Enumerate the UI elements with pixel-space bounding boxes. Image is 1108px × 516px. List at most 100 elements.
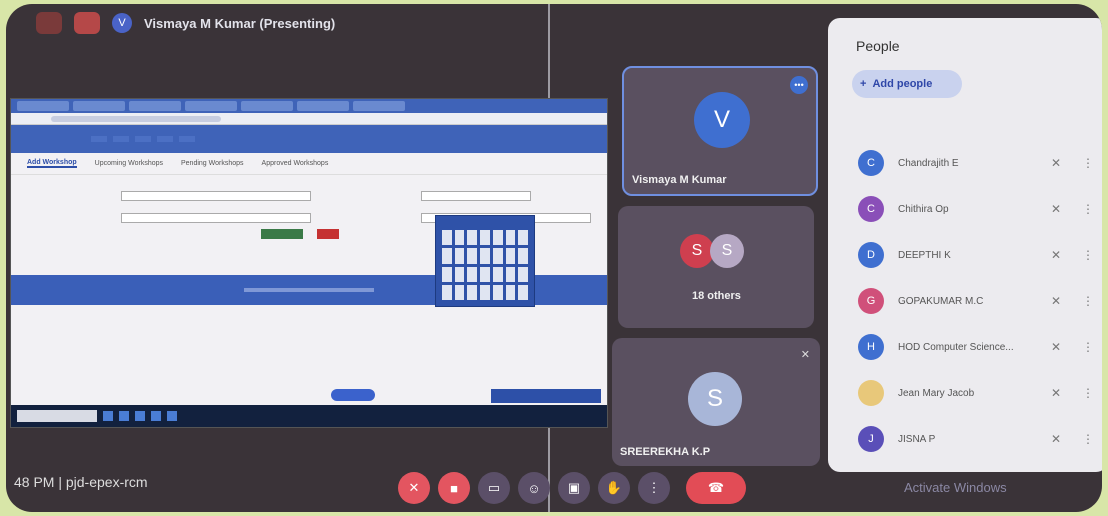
participant-avatar: C xyxy=(858,196,884,222)
participant-row[interactable]: J JISNA P ✕ ⋮ xyxy=(858,424,1098,454)
windows-taskbar xyxy=(11,405,607,427)
browser-tab[interactable] xyxy=(17,101,69,111)
participant-avatar: S xyxy=(688,372,742,426)
mic-toggle-button[interactable]: ✕ xyxy=(398,472,430,504)
participant-tile-others[interactable]: S S 18 others xyxy=(618,206,814,328)
tab-upcoming-workshops[interactable]: Upcoming Workshops xyxy=(95,160,163,167)
more-vert-icon[interactable]: ⋮ xyxy=(1082,248,1094,262)
mic-off-icon: ✕ xyxy=(408,480,420,495)
browser-tab[interactable] xyxy=(241,101,293,111)
browser-tabs[interactable] xyxy=(11,99,607,113)
taskbar-search[interactable] xyxy=(17,410,97,422)
save-workshop-button[interactable] xyxy=(261,229,303,239)
nav-item[interactable] xyxy=(157,136,173,142)
nav-item[interactable] xyxy=(179,136,195,142)
more-options-icon[interactable]: ••• xyxy=(790,76,808,94)
panel-title: People xyxy=(856,38,900,54)
browser-tab[interactable] xyxy=(73,101,125,111)
nav-item[interactable] xyxy=(135,136,151,142)
participant-row[interactable]: Jean Mary Jacob ✕ ⋮ xyxy=(858,378,1098,408)
join-button[interactable] xyxy=(331,389,375,401)
cancel-button[interactable] xyxy=(317,229,339,239)
submit-button[interactable] xyxy=(491,389,601,403)
participant-name: JISNA P xyxy=(898,433,936,445)
participant-row[interactable]: H HOD Computer Science... ✕ ⋮ xyxy=(858,332,1098,362)
participant-avatar: G xyxy=(858,288,884,314)
participant-row[interactable]: C Chandrajith E ✕ ⋮ xyxy=(858,148,1098,178)
raise-hand-button[interactable]: ✋ xyxy=(598,472,630,504)
more-vert-icon: ⋮ xyxy=(647,480,661,495)
date-field[interactable] xyxy=(421,191,531,201)
more-options-button[interactable]: ⋮ xyxy=(638,472,670,504)
participant-name: Chandrajith E xyxy=(898,157,959,169)
captions-button[interactable]: ▭ xyxy=(478,472,510,504)
activate-windows-watermark: Activate Windows xyxy=(904,480,1007,495)
nav-item[interactable] xyxy=(91,136,107,142)
emoji-icon: ☺ xyxy=(527,480,541,496)
mic-off-icon[interactable]: ✕ xyxy=(1048,248,1064,262)
taskbar-icon[interactable] xyxy=(151,411,161,421)
browser-tab[interactable] xyxy=(129,101,181,111)
browser-tab[interactable] xyxy=(297,101,349,111)
participant-row[interactable]: G GOPAKUMAR M.C ✕ ⋮ xyxy=(858,286,1098,316)
participant-avatar: H xyxy=(858,334,884,360)
tab-approved-workshops[interactable]: Approved Workshops xyxy=(262,160,329,167)
leave-call-button[interactable]: ☎ xyxy=(686,472,746,504)
browser-tab[interactable] xyxy=(353,101,405,111)
participant-tile-presenter[interactable]: V Vismaya M Kumar ••• xyxy=(622,66,818,196)
tab-add-workshop[interactable]: Add Workshop xyxy=(27,159,77,168)
reactions-button[interactable]: ☺ xyxy=(518,472,550,504)
taskbar-icon[interactable] xyxy=(103,411,113,421)
app-icon[interactable] xyxy=(36,12,62,34)
shared-screen: Add Workshop Upcoming Workshops Pending … xyxy=(10,98,608,428)
participant-name: Vismaya M Kumar xyxy=(632,174,727,186)
taskbar-icon[interactable] xyxy=(167,411,177,421)
browser-tab[interactable] xyxy=(185,101,237,111)
more-vert-icon[interactable]: ⋮ xyxy=(1082,156,1094,170)
hand-icon: ✋ xyxy=(605,480,623,495)
present-button[interactable]: ▣ xyxy=(558,472,590,504)
participant-row[interactable]: D DEEPTHI K ✕ ⋮ xyxy=(858,240,1098,270)
more-vert-icon[interactable]: ⋮ xyxy=(1082,340,1094,354)
mic-off-icon[interactable]: ✕ xyxy=(1048,340,1064,354)
more-vert-icon[interactable]: ⋮ xyxy=(1082,294,1094,308)
presenter-avatar: V xyxy=(112,13,132,33)
mic-off-icon[interactable]: ✕ xyxy=(1048,432,1064,446)
taskbar-icon[interactable] xyxy=(135,411,145,421)
nav-item[interactable] xyxy=(113,136,129,142)
participant-tile-sreerekha[interactable]: S SREEREKHA K.P ✕ xyxy=(612,338,820,466)
mic-off-icon[interactable]: ✕ xyxy=(1048,386,1064,400)
workshop-tabs: Add Workshop Upcoming Workshops Pending … xyxy=(11,153,607,175)
participant-name: Chithira Op xyxy=(898,203,949,215)
record-icon[interactable] xyxy=(74,12,100,34)
mic-off-icon[interactable]: ✕ xyxy=(1048,156,1064,170)
more-vert-icon[interactable]: ⋮ xyxy=(1082,432,1094,446)
participant-name: Jean Mary Jacob xyxy=(898,387,975,399)
add-person-icon: + xyxy=(860,78,867,90)
meeting-info: 48 PM | pjd-epex-rcm xyxy=(14,474,148,490)
add-people-label: Add people xyxy=(872,78,933,90)
participants-field[interactable] xyxy=(121,213,311,223)
taskbar-icon[interactable] xyxy=(119,411,129,421)
add-people-button[interactable]: + Add people xyxy=(852,70,962,98)
more-vert-icon[interactable]: ⋮ xyxy=(1082,202,1094,216)
tab-pending-workshops[interactable]: Pending Workshops xyxy=(181,160,244,167)
participant-name: GOPAKUMAR M.C xyxy=(898,295,984,307)
participant-name: SREEREKHA K.P xyxy=(620,446,711,458)
participant-count: 18 others xyxy=(692,290,741,302)
camera-toggle-button[interactable]: ■ xyxy=(438,472,470,504)
mic-off-icon[interactable]: ✕ xyxy=(1048,294,1064,308)
mic-off-icon[interactable]: ✕ xyxy=(1048,202,1064,216)
more-vert-icon[interactable]: ⋮ xyxy=(1082,386,1094,400)
participant-avatar: S xyxy=(710,234,744,268)
presenter-label: Vismaya M Kumar (Presenting) xyxy=(144,15,336,31)
college-select[interactable] xyxy=(121,191,311,201)
captions-icon: ▭ xyxy=(487,480,501,495)
participant-avatar: J xyxy=(858,426,884,452)
site-nav xyxy=(11,125,607,153)
address-bar[interactable] xyxy=(11,113,607,125)
present-icon: ▣ xyxy=(567,480,581,495)
participant-row[interactable]: C Chithira Op ✕ ⋮ xyxy=(858,194,1098,224)
date-picker[interactable] xyxy=(435,215,535,307)
participant-avatar xyxy=(858,380,884,406)
